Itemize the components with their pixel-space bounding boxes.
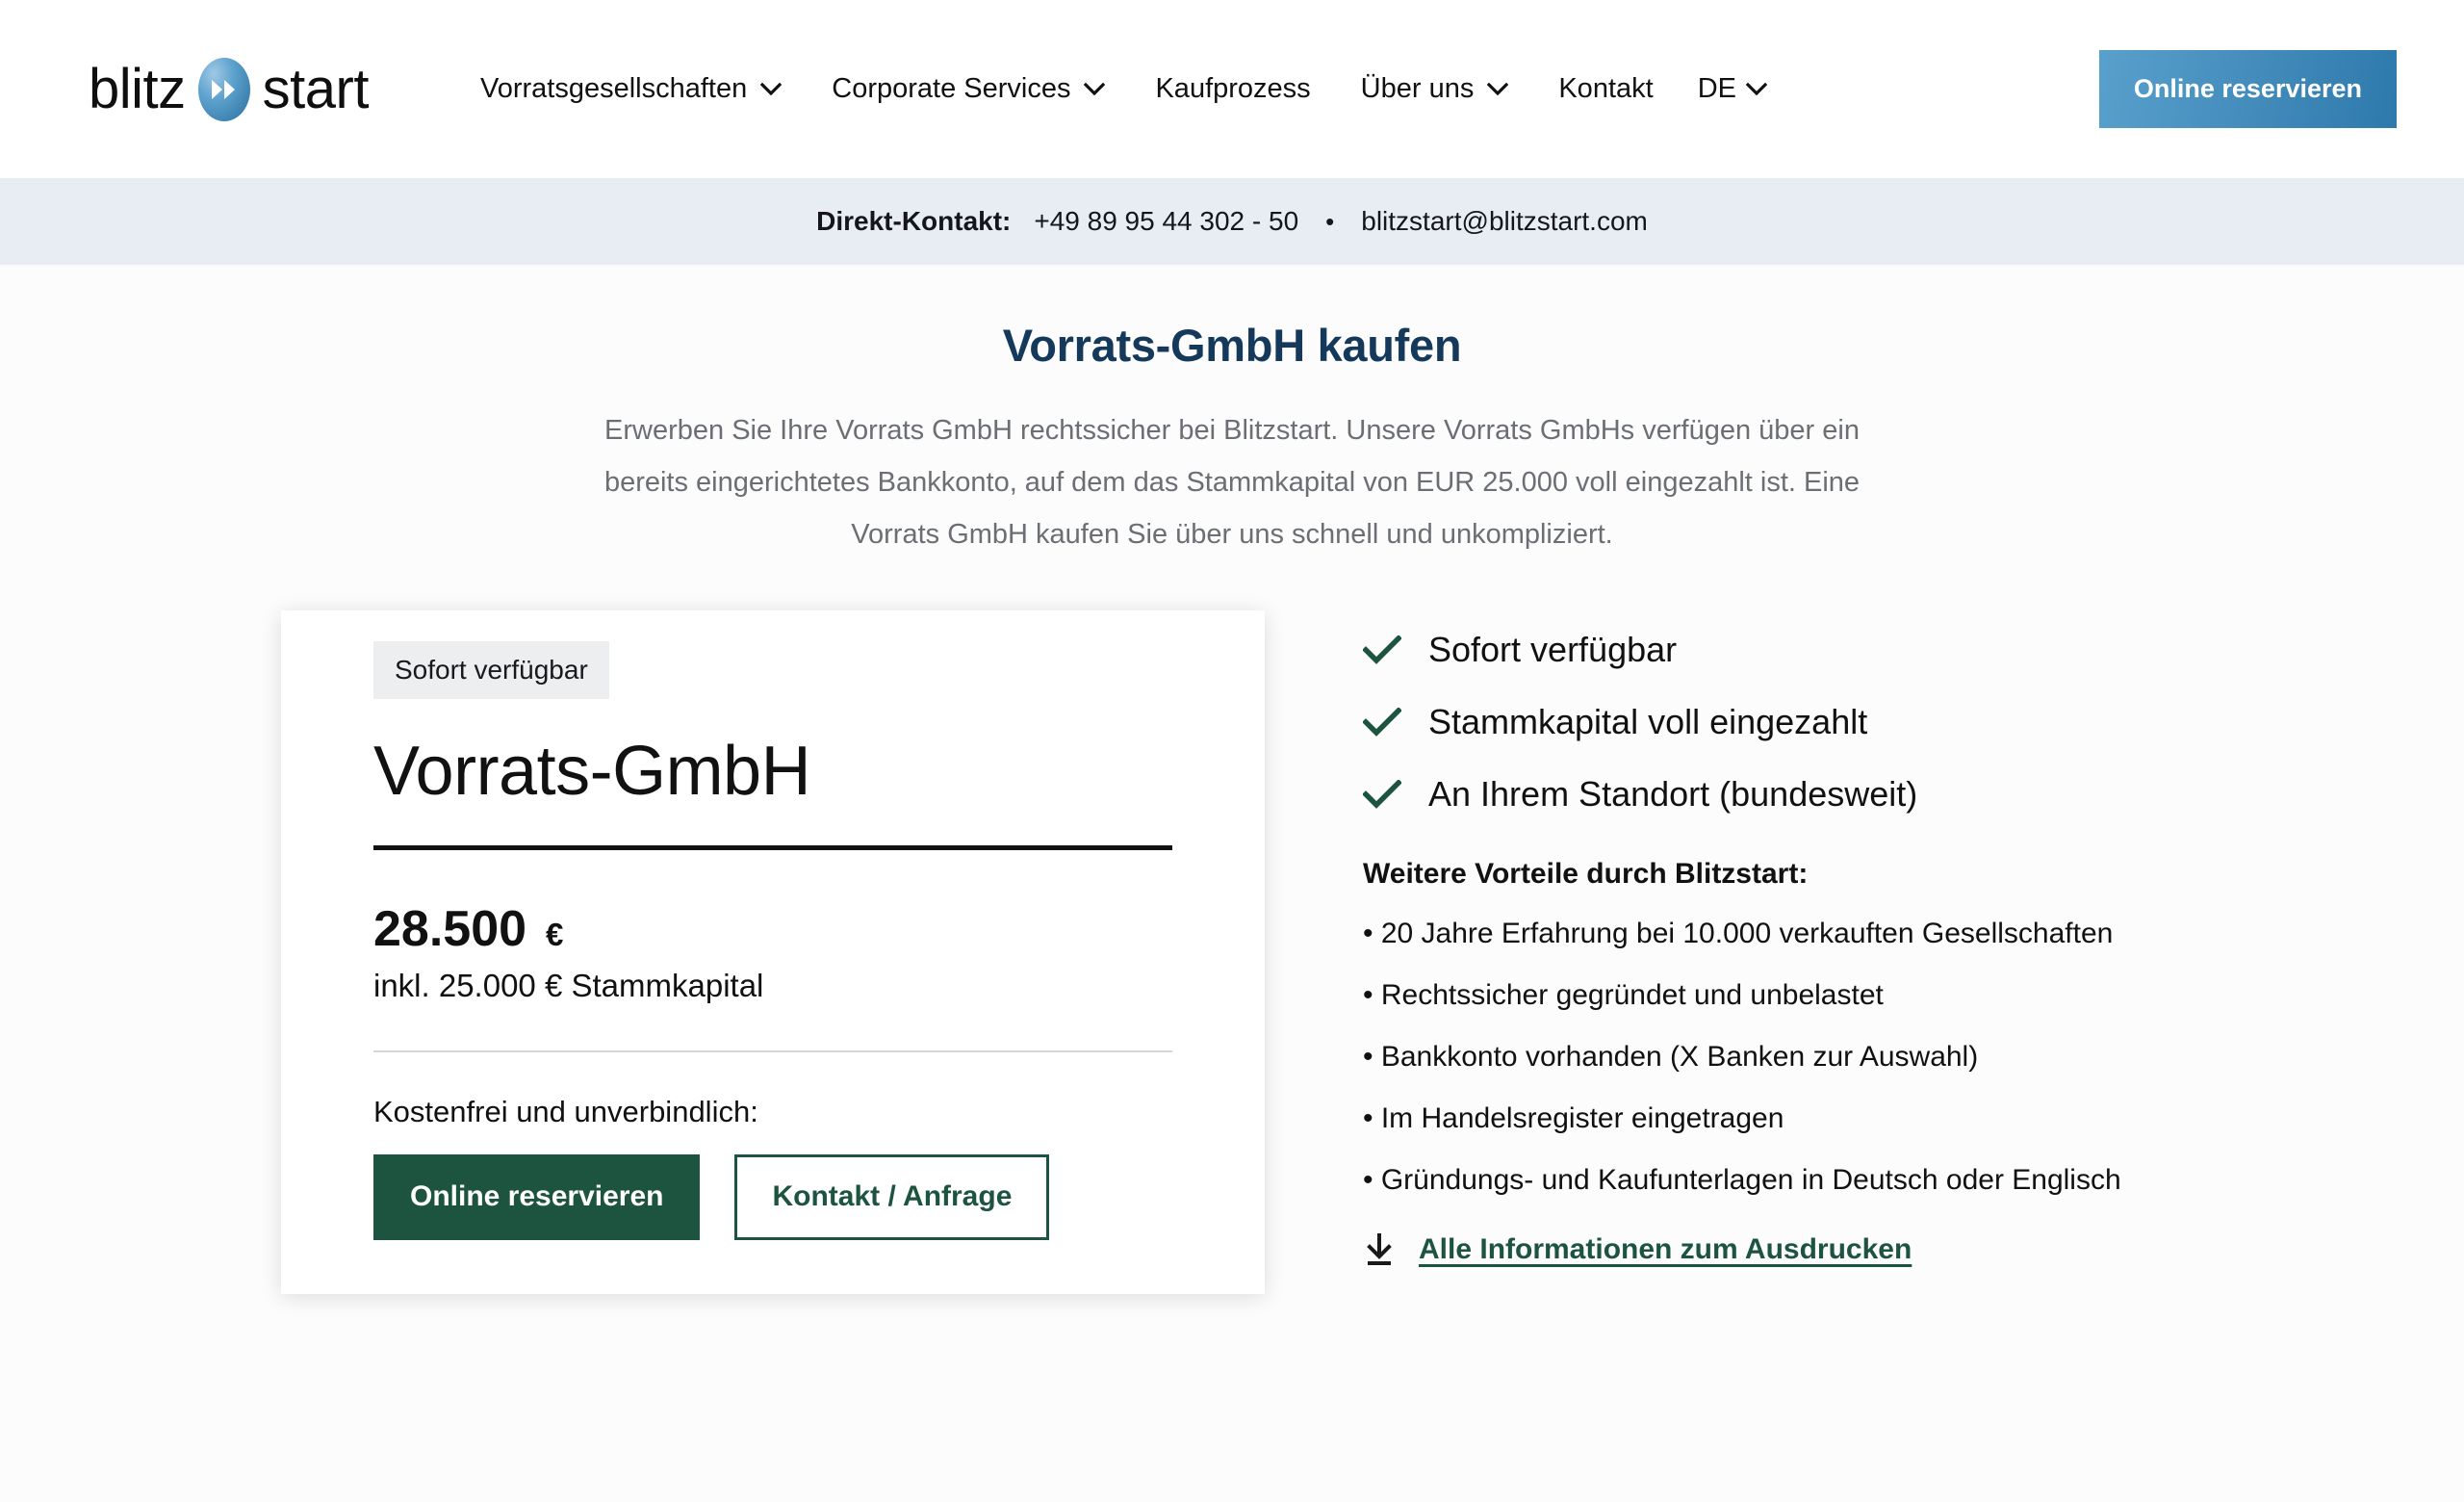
print-information-label: Alle Informationen zum Ausdrucken — [1419, 1233, 1912, 1265]
check-list-item: An Ihrem Standort (bundesweit) — [1363, 774, 2464, 815]
price-note: inkl. 25.000 € Stammkapital — [373, 968, 764, 1003]
contact-email-link[interactable]: blitzstart@blitzstart.com — [1361, 206, 1648, 237]
chevron-down-icon — [1084, 82, 1106, 96]
availability-badge: Sofort verfügbar — [373, 641, 609, 699]
product-title-rule — [373, 845, 1172, 850]
download-icon — [1363, 1231, 1396, 1268]
card-button-group: Online reservieren Kontakt / Anfrage — [373, 1154, 1172, 1240]
contact-phone-link[interactable]: +49 89 95 44 302 - 50 — [1034, 206, 1298, 237]
main-navigation: Vorratsgesellschaften Corporate Services… — [455, 73, 2099, 105]
check-list-item: Stammkapital voll eingezahlt — [1363, 702, 2464, 742]
site-header: blitz start Vorratsgesellschaften Corpor… — [0, 0, 2464, 178]
check-label: Sofort verfügbar — [1428, 630, 1678, 669]
nav-item-kaufprozess[interactable]: Kaufprozess — [1130, 73, 1335, 105]
benefit-item: • 20 Jahre Erfahrung bei 10.000 verkauft… — [1363, 918, 2114, 949]
benefits-heading: Weitere Vorteile durch Blitzstart: — [1363, 858, 1809, 890]
check-label: Stammkapital voll eingezahlt — [1428, 702, 1868, 741]
page-description: Erwerben Sie Ihre Vorrats GmbH rechtssic… — [603, 415, 1861, 550]
benefit-item: • Bankkonto vorhanden (X Banken zur Ausw… — [1363, 1041, 1979, 1073]
card-online-reservieren-button[interactable]: Online reservieren — [373, 1154, 701, 1240]
check-icon — [1363, 635, 1401, 664]
chevron-down-icon — [1745, 82, 1767, 96]
language-label: DE — [1697, 73, 1736, 104]
site-logo[interactable]: blitz start — [89, 57, 370, 121]
logo-text-left: blitz — [89, 57, 186, 120]
price-row: 28.500 € — [373, 900, 1172, 958]
benefit-item: • Rechtssicher gegründet und unbelastet — [1363, 979, 1884, 1011]
nav-item-corporate-services[interactable]: Corporate Services — [807, 73, 1130, 105]
page-title: Vorrats-GmbH kaufen — [1002, 320, 1462, 371]
direct-contact-label: Direkt-Kontakt: — [816, 206, 1012, 236]
card-divider — [373, 1050, 1172, 1052]
language-selector[interactable]: DE — [1679, 73, 1792, 105]
header-online-reservieren-button[interactable]: Online reservieren — [2098, 49, 2397, 129]
main-content: Vorrats-GmbH kaufen Erwerben Sie Ihre Vo… — [0, 265, 2464, 1294]
benefits-column: Sofort verfügbar Stammkapital voll einge… — [1363, 610, 2464, 1294]
direct-contact-bar: Direkt-Kontakt: +49 89 95 44 302 - 50 • … — [0, 178, 2464, 265]
card-kontakt-anfrage-button[interactable]: Kontakt / Anfrage — [734, 1154, 1050, 1240]
nav-item-kontakt[interactable]: Kontakt — [1533, 73, 1678, 105]
content-columns: Sofort verfügbar Vorrats-GmbH 28.500 € i… — [0, 610, 2464, 1294]
card-cta-label: Kostenfrei und unverbindlich: — [373, 1095, 758, 1128]
nav-item-vorratsgesellschaften[interactable]: Vorratsgesellschaften — [455, 73, 807, 105]
price-currency: € — [546, 917, 564, 952]
check-label: An Ihrem Standort (bundesweit) — [1428, 774, 1918, 814]
product-title: Vorrats-GmbH — [373, 733, 811, 810]
benefit-item: • Gründungs- und Kaufunterlagen in Deuts… — [1363, 1164, 2121, 1196]
check-icon — [1363, 780, 1401, 809]
check-list-item: Sofort verfügbar — [1363, 630, 2464, 670]
logo-text-right: start — [262, 57, 370, 120]
nav-label: Kaufprozess — [1155, 73, 1311, 104]
chevron-down-icon — [760, 82, 783, 96]
contact-separator-dot: • — [1325, 206, 1335, 236]
double-chevron-right-icon — [197, 57, 250, 121]
print-information-link[interactable]: Alle Informationen zum Ausdrucken — [1363, 1231, 2464, 1268]
price-amount: 28.500 — [373, 901, 527, 957]
check-icon — [1363, 708, 1401, 737]
benefit-item: • Im Handelsregister eingetragen — [1363, 1102, 1784, 1134]
nav-label: Über uns — [1360, 73, 1475, 104]
nav-label: Kontakt — [1558, 73, 1654, 104]
nav-item-ueber-uns[interactable]: Über uns — [1336, 73, 1534, 105]
chevron-down-icon — [1487, 82, 1509, 96]
nav-label: Vorratsgesellschaften — [479, 73, 748, 104]
nav-label: Corporate Services — [832, 73, 1071, 104]
product-card: Sofort verfügbar Vorrats-GmbH 28.500 € i… — [281, 610, 1265, 1294]
